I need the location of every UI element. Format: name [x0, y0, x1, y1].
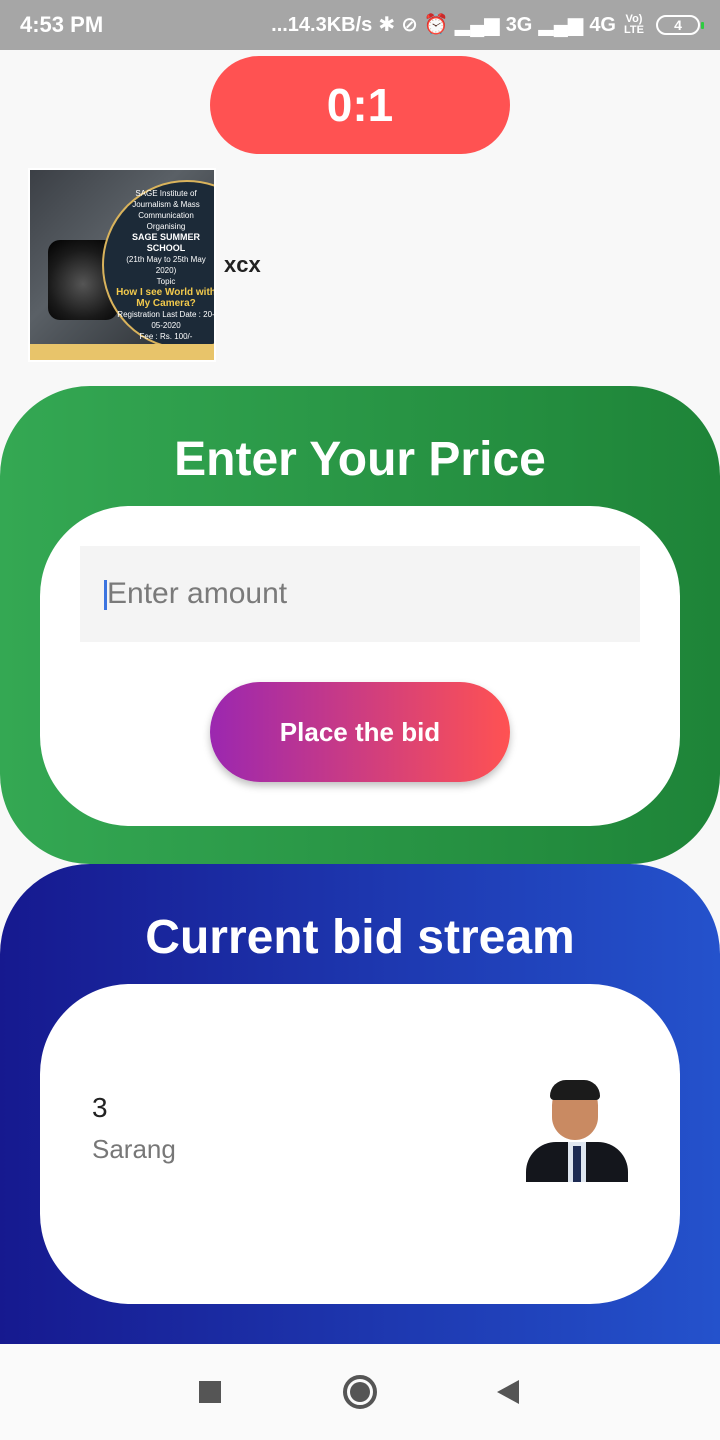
battery-icon: 4 — [656, 15, 704, 35]
countdown-timer: 0:1 — [210, 56, 510, 154]
bluetooth-icon: ✱ — [378, 14, 396, 36]
poster-registration: Registration Last Date : 20-05-2020 — [117, 310, 215, 330]
price-card-title: Enter Your Price — [174, 433, 546, 486]
price-card: Enter Your Price Place the bid — [0, 386, 720, 864]
avatar — [526, 1080, 628, 1182]
item-row: SAGE Institute of Journalism & Mass Comm… — [28, 168, 261, 362]
volte-label: Vo) LTE — [624, 13, 644, 36]
bid-list: 3 Sarang — [40, 984, 680, 1304]
dnd-icon: ⊘ — [401, 14, 418, 36]
signal-icon: ▂▄▆ — [454, 14, 500, 36]
poster-organising: Organising — [146, 222, 186, 231]
bid-stream-card: Current bid stream 3 Sarang — [0, 864, 720, 1344]
status-time: 4:53 PM — [20, 12, 104, 37]
status-icons: ...14.3KB/s ✱ ⊘ ⏰ ▂▄▆ 3G ▂▄▆ 4G Vo) LTE … — [271, 13, 704, 37]
avatar-hair — [550, 1080, 600, 1100]
poster-school: SAGE SUMMER SCHOOL — [131, 232, 200, 253]
recents-icon[interactable] — [190, 1372, 230, 1412]
poster-strip — [30, 344, 214, 360]
battery-level: 4 — [674, 17, 682, 33]
avatar-tie — [573, 1146, 581, 1182]
amount-input[interactable] — [80, 546, 640, 642]
item-image: SAGE Institute of Journalism & Mass Comm… — [28, 168, 216, 362]
place-bid-button[interactable]: Place the bid — [210, 682, 510, 782]
poster-institute: SAGE Institute of Journalism & Mass Comm… — [132, 189, 200, 220]
poster-dates: (21th May to 25th May 2020) — [126, 255, 206, 275]
poster-text: SAGE Institute of Journalism & Mass Comm… — [116, 188, 216, 342]
network-speed: ...14.3KB/s — [271, 13, 373, 36]
bid-amount: 3 — [92, 1092, 108, 1123]
network-3g: 3G — [505, 13, 533, 36]
poster-topic: How I see World with My Camera? — [116, 287, 216, 309]
status-bar: 4:53 PM ...14.3KB/s ✱ ⊘ ⏰ ▂▄▆ 3G ▂▄▆ 4G … — [0, 0, 720, 50]
back-icon[interactable] — [488, 1372, 528, 1412]
poster-topic-label: Topic — [156, 277, 176, 286]
bid-stream-title: Current bid stream — [145, 911, 575, 964]
poster-fee: Fee : Rs. 100/- — [139, 332, 193, 341]
item-name: xcx — [224, 252, 261, 277]
alarm-icon: ⏰ — [423, 14, 449, 36]
text-caret — [104, 580, 107, 610]
navigation-bar — [0, 1344, 720, 1440]
signal-icon: ▂▄▆ — [538, 14, 584, 36]
network-4g: 4G — [589, 13, 616, 36]
bidder-name: Sarang — [92, 1134, 176, 1164]
price-form: Place the bid — [40, 506, 680, 826]
home-icon[interactable] — [340, 1372, 380, 1412]
